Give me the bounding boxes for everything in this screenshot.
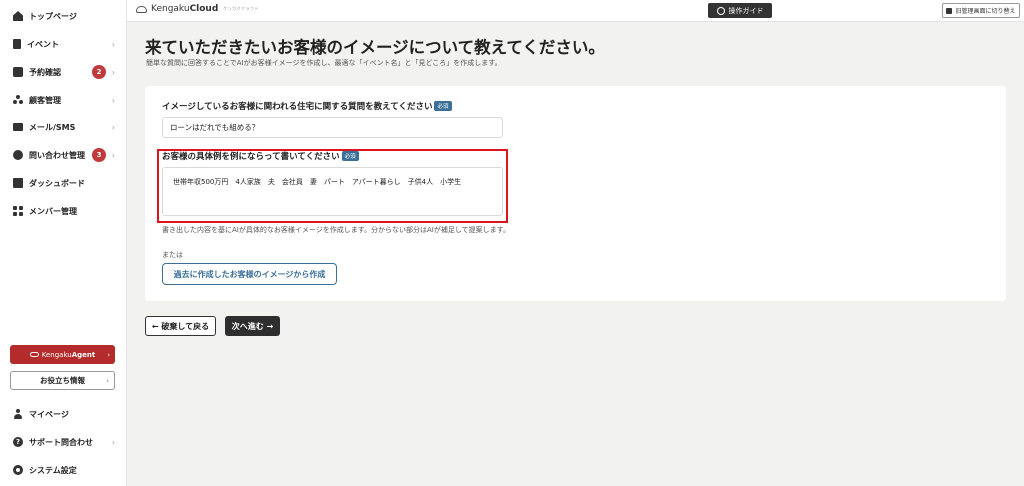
- chevron-right-icon: ›: [111, 122, 115, 132]
- sidebar-item-customers[interactable]: 顧客管理 ›: [0, 90, 127, 110]
- notification-badge: 3: [92, 148, 106, 162]
- switch-old-admin-button[interactable]: 旧管理画面に切り替え: [942, 3, 1020, 18]
- agent-brand-bold: Agent: [71, 350, 96, 359]
- create-from-past-image-button[interactable]: 過去に作成したお客様のイメージから作成: [162, 263, 337, 285]
- useful-info-button[interactable]: お役立ち情報 ›: [10, 371, 115, 390]
- calendar-icon: [13, 67, 23, 77]
- or-text: または: [162, 251, 183, 259]
- operation-guide-button[interactable]: 操作ガイド: [708, 3, 772, 18]
- chevron-right-icon: ›: [111, 437, 115, 447]
- required-badge: 必須: [434, 101, 452, 111]
- sidebar-item-top[interactable]: トップページ: [0, 6, 127, 26]
- page-subtitle: 簡単な質問に回答することでAIがお客様イメージを作成し、最適な「イベント名」と「…: [146, 59, 502, 67]
- sidebar-item-reservations[interactable]: 予約確認 2 ›: [0, 62, 127, 82]
- chevron-right-icon: ›: [106, 376, 109, 385]
- chevron-right-icon: ›: [111, 150, 115, 160]
- home-icon: [13, 11, 23, 21]
- question-1-text: イメージしているお客様に関われる住宅に関する質問を教えてください: [162, 102, 433, 112]
- sidebar-item-members[interactable]: メンバー管理: [0, 201, 127, 221]
- logo-tagline: ケンガククラウド: [223, 6, 260, 11]
- notification-badge: 2: [92, 65, 106, 79]
- next-button[interactable]: 次へ進む →: [225, 316, 280, 336]
- chevron-right-icon: ›: [107, 350, 110, 359]
- document-icon: [13, 39, 21, 49]
- gear-icon: [13, 465, 23, 475]
- sidebar-item-mail-sms[interactable]: メール/SMS ›: [0, 117, 127, 137]
- logo-bold: Cloud: [189, 4, 219, 14]
- discard-and-back-button[interactable]: ← 破棄して戻る: [145, 316, 216, 336]
- sidebar-item-label: システム設定: [29, 465, 77, 475]
- sidebar-item-dashboard[interactable]: ダッシュボード: [0, 173, 127, 193]
- housing-question-input[interactable]: [162, 117, 503, 138]
- chevron-right-icon: ›: [111, 39, 115, 49]
- chevron-right-icon: ›: [111, 95, 115, 105]
- switch-old-admin-label: 旧管理画面に切り替え: [955, 8, 1016, 15]
- grid-icon: [13, 206, 23, 216]
- customer-image-form-card: イメージしているお客様に関われる住宅に関する質問を教えてください 必須 お客様の…: [145, 86, 1006, 301]
- operation-guide-label: 操作ガイド: [728, 6, 764, 15]
- kengaku-cloud-logo[interactable]: Kengaku Cloud ケンガククラウド: [136, 4, 259, 14]
- compass-icon: [716, 6, 725, 15]
- sidebar: トップページ イベント › 予約確認 2 › 顧客管理 › メール/SMS › …: [0, 0, 127, 486]
- sidebar-item-label: ダッシュボード: [29, 178, 85, 188]
- user-icon: [13, 409, 23, 419]
- sidebar-item-inquiries[interactable]: 問い合わせ管理 3 ›: [0, 145, 127, 165]
- question-1-label: イメージしているお客様に関われる住宅に関する質問を教えてください 必須: [162, 100, 452, 112]
- cloud-icon: [29, 352, 39, 357]
- switch-icon: [946, 7, 953, 14]
- sidebar-item-label: マイページ: [29, 409, 69, 419]
- help-icon: ?: [13, 437, 23, 447]
- ai-note-text: 書き出した内容を基にAIが具体的なお客様イメージを作成します。分からない部分はA…: [162, 226, 510, 234]
- sidebar-item-mypage[interactable]: マイページ: [0, 404, 127, 424]
- sidebar-item-support[interactable]: ? サポート問合わせ ›: [0, 432, 127, 452]
- highlight-box: [157, 149, 508, 223]
- chart-icon: [13, 178, 23, 188]
- sidebar-item-label: トップページ: [29, 11, 77, 21]
- cloud-icon: [136, 5, 147, 13]
- top-bar: Kengaku Cloud ケンガククラウド 操作ガイド 旧管理画面に切り替え: [127, 0, 1024, 22]
- mail-icon: [13, 123, 23, 131]
- chat-icon: [13, 150, 23, 160]
- sidebar-item-events[interactable]: イベント ›: [0, 34, 127, 54]
- logo-prefix: Kengaku: [151, 4, 190, 14]
- sidebar-item-system-settings[interactable]: システム設定: [0, 460, 127, 480]
- page-title: 来ていただきたいお客様のイメージについて教えてください。: [145, 38, 605, 57]
- kengaku-agent-button[interactable]: Kengaku Agent ›: [10, 345, 115, 364]
- chevron-right-icon: ›: [111, 67, 115, 77]
- useful-info-label: お役立ち情報: [40, 376, 85, 385]
- agent-brand: Kengaku: [41, 350, 72, 359]
- sidebar-item-label: メンバー管理: [29, 206, 77, 216]
- people-icon: [13, 95, 23, 105]
